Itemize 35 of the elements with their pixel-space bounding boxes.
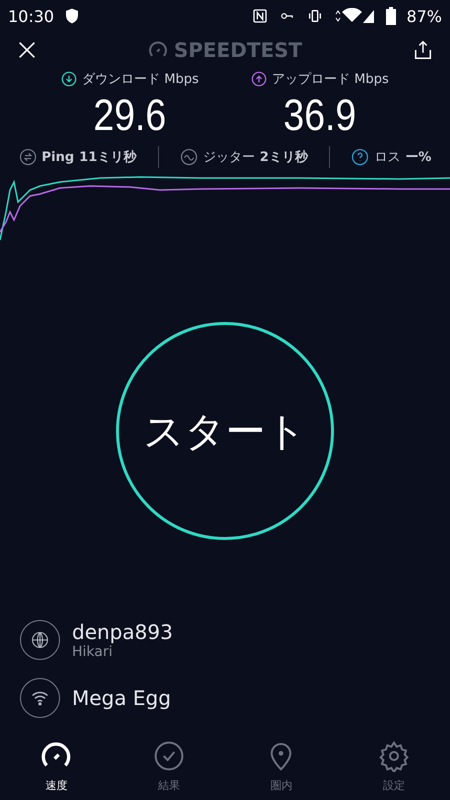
speed-value: 29.6 (94, 90, 166, 142)
question-icon (351, 148, 370, 166)
wave-icon (180, 148, 198, 166)
check-circle-icon (152, 740, 185, 772)
battery-icon (386, 7, 396, 25)
download-icon (61, 71, 78, 87)
nav-tab[interactable]: 設定 (338, 734, 450, 800)
nav-tab[interactable]: 圏内 (225, 734, 338, 800)
connection-name: Mega Egg (72, 686, 171, 710)
wifi-signal-icon (334, 8, 376, 24)
stat-label: ジッター (202, 149, 255, 166)
stat-label: Ping (42, 150, 74, 164)
ping-icon (18, 148, 37, 166)
nav-tab[interactable]: 結果 (112, 734, 225, 800)
nav-tab[interactable]: 速度 (0, 734, 112, 800)
globe-icon (30, 630, 50, 650)
start-button[interactable]: スタート (116, 322, 334, 540)
connection-detail: Hikari (72, 644, 114, 660)
gear-icon (378, 740, 410, 772)
nfc-icon (252, 8, 268, 24)
stat-value: ー% (405, 149, 432, 166)
result-label: ダウンロード Mbps (82, 71, 199, 88)
upload-icon (251, 71, 268, 87)
close-icon (16, 39, 38, 61)
connection-name: denpa893 (72, 620, 173, 644)
stat-label: ロス (374, 149, 400, 166)
battery-percent: 87% (406, 6, 442, 26)
result-label: アップロード Mbps (272, 71, 389, 88)
stat-value: 11ミリ秒 (79, 149, 136, 166)
shield-icon (64, 7, 80, 25)
status-time: 10:30 (8, 6, 54, 26)
speed-value: 36.9 (284, 90, 356, 142)
share-icon (412, 39, 434, 61)
stat-value: 2ミリ秒 (260, 149, 308, 166)
app-title: SPEEDTEST (174, 38, 302, 62)
